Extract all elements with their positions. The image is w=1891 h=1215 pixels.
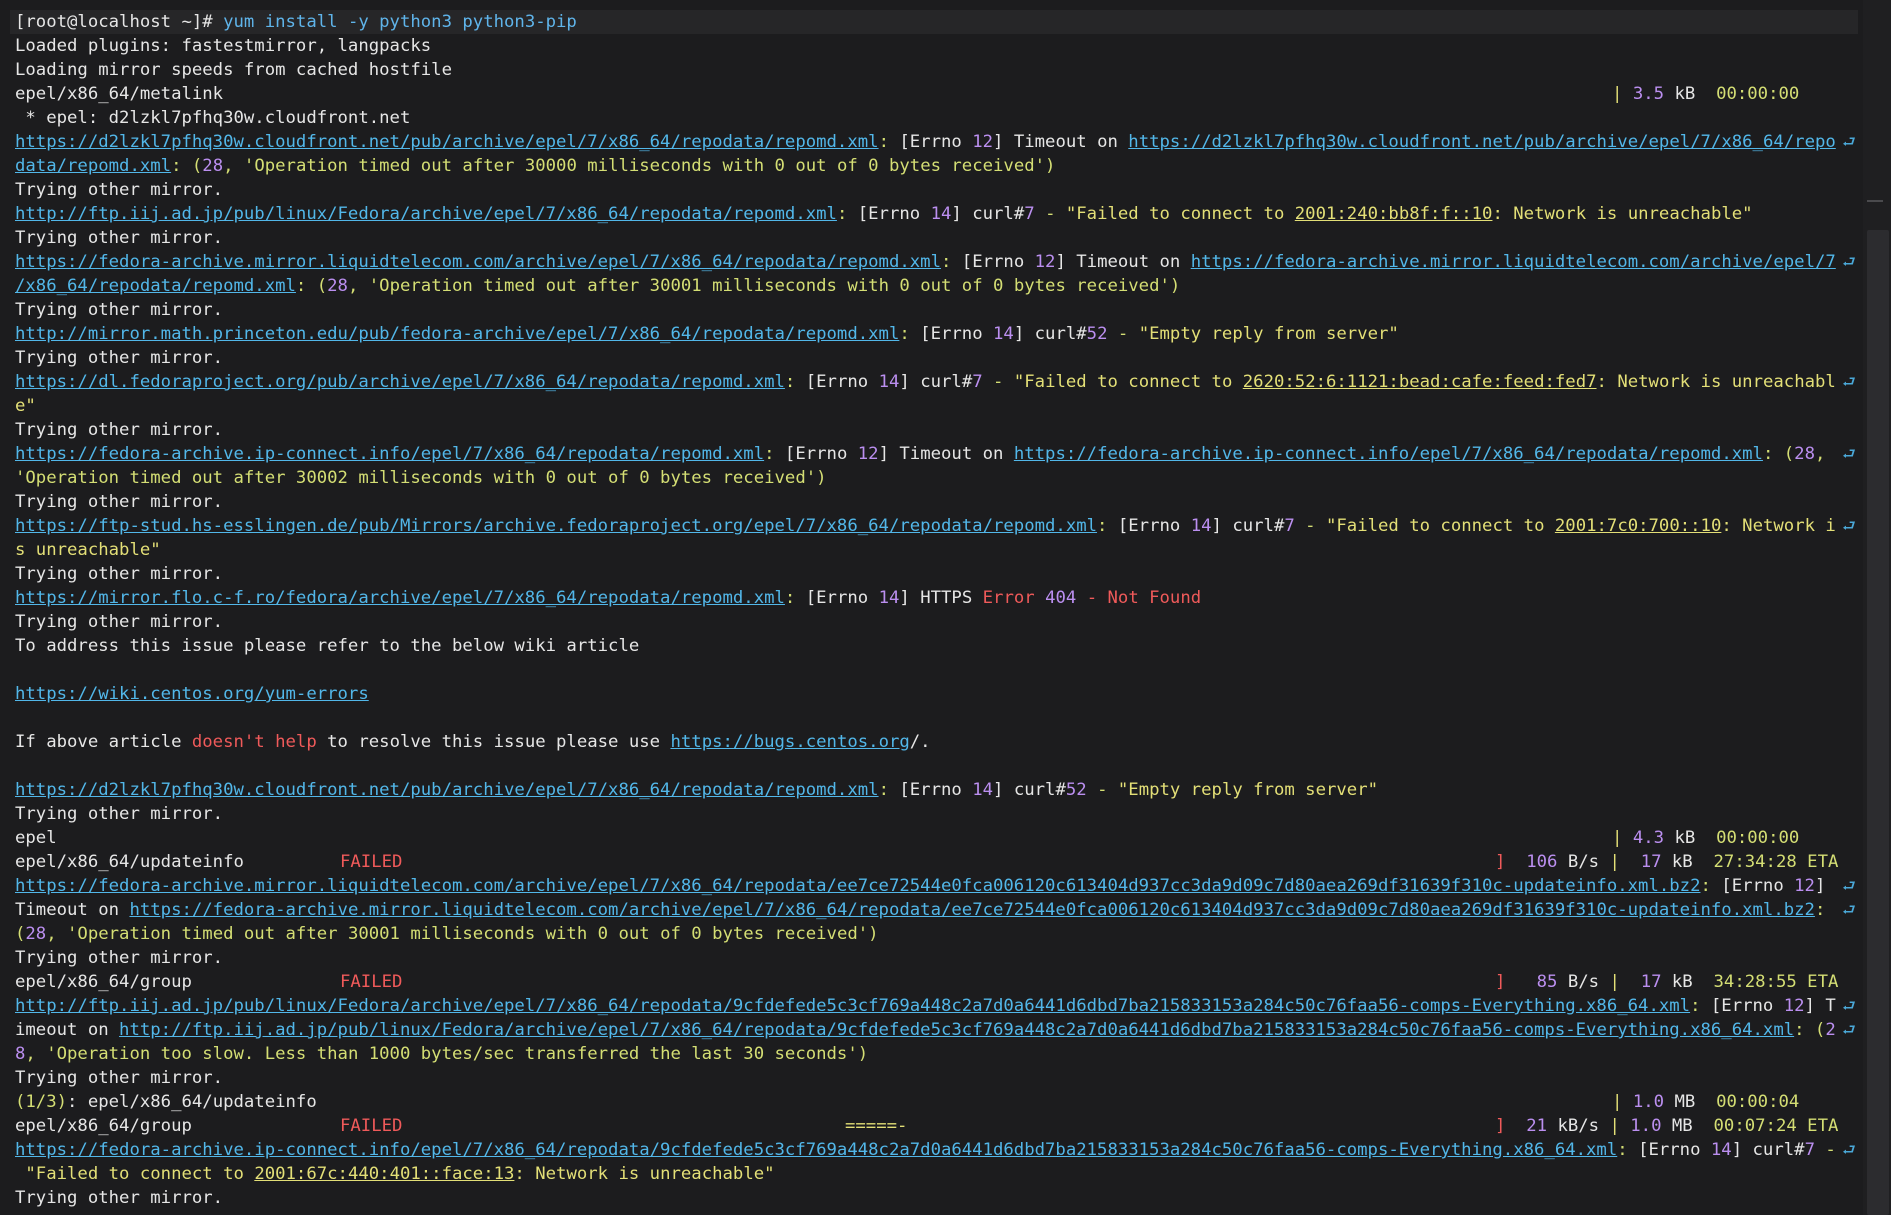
wrap-continuation-icon: ⮐ bbox=[1842, 1021, 1856, 1039]
wrap-continuation-icon: ⮐ bbox=[1842, 997, 1856, 1015]
output-line: * epel: d2lzkl7pfhq30w.cloudfront.net bbox=[15, 108, 411, 128]
error-line: https://ftp-stud.hs-esslingen.de/pub/Mir… bbox=[15, 516, 1836, 536]
wrap-continuation-icon: ⮐ bbox=[1842, 373, 1856, 391]
output-line: epel/x86_64/group bbox=[15, 972, 192, 992]
failed-status: FAILED bbox=[340, 852, 403, 872]
progress-metalink: | 3.5 kB 00:00:00 bbox=[1612, 84, 1800, 104]
output-line: epel/x86_64/updateinfo bbox=[15, 852, 244, 872]
error-line: imeout on http://ftp.iij.ad.jp/pub/linux… bbox=[15, 1020, 1836, 1040]
output-line: epel/x86_64/group bbox=[15, 1116, 192, 1136]
error-line: Timeout on https://fedora-archive.mirror… bbox=[15, 900, 1826, 920]
error-line: http://mirror.math.princeton.edu/pub/fed… bbox=[15, 324, 1399, 344]
output-line: To address this issue please refer to th… bbox=[15, 636, 640, 656]
error-line: https://fedora-archive.mirror.liquidtele… bbox=[15, 876, 1826, 896]
error-line: https://fedora-archive.ip-connect.info/e… bbox=[15, 444, 1826, 464]
progress-updateinfo-failed: ] 106 B/s | 17 kB 27:34:28 ETA bbox=[1495, 852, 1839, 872]
wrap-continuation-icon: ⮐ bbox=[1842, 133, 1856, 151]
failed-status: FAILED bbox=[340, 972, 403, 992]
output-line: Trying other mirror. bbox=[15, 564, 224, 584]
progress-group-failed: ] 85 B/s | 17 kB 34:28:55 ETA bbox=[1495, 972, 1839, 992]
scroll-marker bbox=[1867, 200, 1883, 202]
error-line: "Failed to connect to 2001:67c:440:401::… bbox=[25, 1164, 775, 1184]
output-line: epel/x86_64/metalink bbox=[15, 84, 224, 104]
output-line: Trying other mirror. bbox=[15, 1068, 224, 1088]
error-line: https://fedora-archive.ip-connect.info/e… bbox=[15, 1140, 1836, 1160]
output-line: Trying other mirror. bbox=[15, 228, 224, 248]
wrap-continuation-icon: ⮐ bbox=[1842, 1141, 1856, 1159]
error-line: https://d2lzkl7pfhq30w.cloudfront.net/pu… bbox=[15, 780, 1379, 800]
output-line: Trying other mirror. bbox=[15, 804, 224, 824]
output-line: Trying other mirror. bbox=[15, 492, 224, 512]
progress-bar: =====- bbox=[845, 1116, 908, 1136]
output-line: (1/3): epel/x86_64/updateinfo bbox=[15, 1092, 317, 1112]
error-line: /x86_64/repodata/repomd.xml: (28, 'Opera… bbox=[15, 276, 1181, 296]
error-line: 'Operation timed out after 30002 millise… bbox=[15, 468, 827, 488]
progress-group-failed-2: ] 21 kB/s | 1.0 MB 00:07:24 ETA bbox=[1495, 1116, 1839, 1136]
terminal-output[interactable]: [root@localhost ~]# yum install -y pytho… bbox=[0, 0, 1858, 1215]
output-line: Trying other mirror. bbox=[15, 612, 224, 632]
error-line: https://dl.fedoraproject.org/pub/archive… bbox=[15, 372, 1836, 392]
output-line: Trying other mirror. bbox=[15, 300, 224, 320]
output-line: Trying other mirror. bbox=[15, 948, 224, 968]
wrap-continuation-icon: ⮐ bbox=[1842, 901, 1856, 919]
progress-epel: | 4.3 kB 00:00:00 bbox=[1612, 828, 1800, 848]
output-line: epel bbox=[15, 828, 57, 848]
error-line: 8, 'Operation too slow. Less than 1000 b… bbox=[15, 1044, 869, 1064]
bugs-link[interactable]: https://bugs.centos.org bbox=[670, 732, 909, 752]
output-line: Loaded plugins: fastestmirror, langpacks bbox=[15, 36, 432, 56]
output-line: Trying other mirror. bbox=[15, 1188, 224, 1208]
wiki-link[interactable]: https://wiki.centos.org/yum-errors bbox=[15, 682, 369, 706]
output-line: Trying other mirror. bbox=[15, 348, 224, 368]
error-line: https://fedora-archive.mirror.liquidtele… bbox=[15, 252, 1836, 272]
command-line: [root@localhost ~]# yum install -y pytho… bbox=[15, 12, 577, 32]
output-line: Loading mirror speeds from cached hostfi… bbox=[15, 60, 452, 80]
scrollbar-thumb[interactable] bbox=[1867, 230, 1889, 1215]
failed-status: FAILED bbox=[340, 1116, 403, 1136]
error-line: (28, 'Operation timed out after 30001 mi… bbox=[15, 924, 879, 944]
vertical-scrollbar[interactable] bbox=[1863, 0, 1891, 1215]
output-line: Trying other mirror. bbox=[15, 180, 224, 200]
wrap-continuation-icon: ⮐ bbox=[1842, 517, 1856, 535]
error-line: http://ftp.iij.ad.jp/pub/linux/Fedora/ar… bbox=[15, 996, 1836, 1016]
error-line: https://mirror.flo.c-f.ro/fedora/archive… bbox=[15, 588, 1202, 608]
wrap-continuation-icon: ⮐ bbox=[1842, 877, 1856, 895]
error-line: data/repomd.xml: (28, 'Operation timed o… bbox=[15, 156, 1056, 176]
output-line: Trying other mirror. bbox=[15, 420, 224, 440]
output-line: If above article doesn't help to resolve… bbox=[15, 732, 931, 752]
error-line: https://d2lzkl7pfhq30w.cloudfront.net/pu… bbox=[15, 132, 1836, 152]
error-line: e" bbox=[15, 396, 36, 416]
error-line: http://ftp.iij.ad.jp/pub/linux/Fedora/ar… bbox=[15, 204, 1753, 224]
progress-updateinfo-done: | 1.0 MB 00:00:04 bbox=[1612, 1092, 1800, 1112]
error-line: s unreachable" bbox=[15, 540, 161, 560]
wrap-continuation-icon: ⮐ bbox=[1842, 253, 1856, 271]
wrap-continuation-icon: ⮐ bbox=[1842, 445, 1856, 463]
